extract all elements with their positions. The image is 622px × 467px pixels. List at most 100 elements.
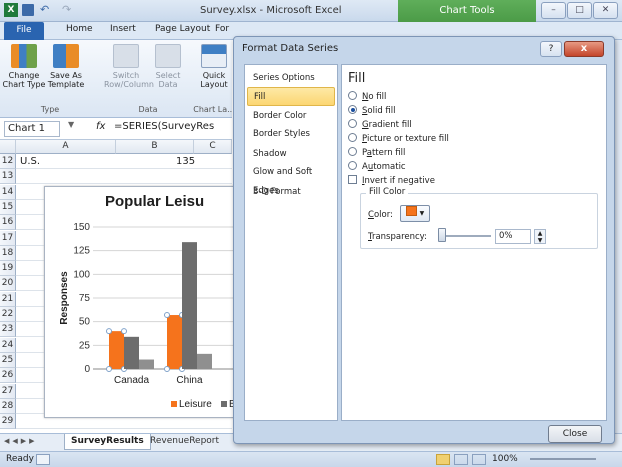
close-button[interactable]: Close [548, 425, 602, 443]
column-header-b[interactable]: B [116, 140, 194, 154]
sheet-tab-survey-results[interactable]: SurveyResults [64, 434, 151, 450]
normal-view-icon[interactable] [436, 454, 450, 465]
bar [139, 359, 154, 369]
nav-3d-format[interactable]: 3-D Format [247, 183, 335, 202]
nav-series-options[interactable]: Series Options [247, 69, 335, 88]
transparency-input[interactable]: 0% [495, 229, 531, 244]
switch-row-column-button[interactable]: Switch Row/Column [104, 44, 154, 89]
radio-picture-fill[interactable] [348, 133, 357, 142]
row-header-22[interactable]: 22 [0, 307, 16, 322]
selection-handle[interactable] [164, 312, 170, 319]
selection-handle[interactable] [121, 328, 127, 335]
nav-fill[interactable]: Fill [247, 87, 335, 106]
formula-input[interactable]: =SERIES(SurveyRes [114, 121, 214, 132]
fill-color-group-label: Fill Color [366, 187, 409, 197]
page-break-view-icon[interactable] [472, 454, 486, 465]
nav-border-styles[interactable]: Border Styles [247, 125, 335, 144]
nav-glow-soft-edges[interactable]: Glow and Soft Edges [247, 163, 335, 196]
tab-insert[interactable]: Insert [110, 24, 136, 34]
nav-shadow[interactable]: Shadow [247, 145, 335, 164]
option-pattern-fill[interactable]: Pattern fill [348, 147, 405, 160]
chart-plot[interactable]: 0 25 50 75 100 125 150 Responses Canada China Leis… [45, 187, 235, 419]
option-automatic[interactable]: Automatic [348, 161, 406, 174]
grid-row [16, 169, 232, 185]
undo-icon[interactable]: ↶ [40, 3, 49, 16]
chart-area[interactable]: Popular Leisu 0 25 50 75 100 125 150 Responses C… [44, 186, 235, 419]
row-header-29[interactable]: 29 [0, 414, 16, 430]
row-header-25[interactable]: 25 [0, 352, 16, 368]
bar [109, 331, 124, 369]
fx-icon[interactable]: fx [96, 121, 105, 132]
radio-no-fill[interactable] [348, 91, 357, 100]
checkbox-invert-if-negative[interactable] [348, 175, 357, 184]
change-chart-type-button[interactable]: Change Chart Type [2, 44, 46, 89]
row-header-26[interactable]: 26 [0, 368, 16, 384]
nav-border-color[interactable]: Border Color [247, 107, 335, 126]
excel-logo-icon[interactable]: X [4, 3, 18, 17]
macro-record-icon[interactable] [36, 454, 50, 465]
row-header-27[interactable]: 27 [0, 383, 16, 399]
radio-solid-fill[interactable] [348, 105, 357, 114]
y-tick-label: 125 [73, 246, 90, 257]
row-header-19[interactable]: 19 [0, 261, 16, 277]
layout-icon [201, 44, 227, 68]
transparency-slider-thumb[interactable] [438, 228, 446, 242]
row-header-21[interactable]: 21 [0, 291, 16, 307]
row-header-23[interactable]: 23 [0, 322, 16, 338]
column-header-a[interactable]: A [16, 140, 116, 154]
option-picture-fill[interactable]: Picture or texture fill [348, 133, 449, 146]
close-window-button[interactable]: ✕ [593, 2, 618, 19]
option-gradient-fill[interactable]: Gradient fill [348, 119, 412, 132]
chevron-down-icon[interactable]: ▼ [68, 120, 74, 129]
tab-file[interactable]: File [4, 22, 44, 40]
y-tick-label: 100 [73, 269, 90, 280]
row-header-20[interactable]: 20 [0, 276, 16, 292]
sheet-tab-revenue-report[interactable]: RevenueReport [150, 436, 219, 446]
formula-bar: Chart 1 ▼ fx =SERIES(SurveyRes [0, 118, 232, 140]
radio-pattern-fill[interactable] [348, 147, 357, 156]
color-picker-button[interactable]: ▼ [400, 205, 430, 222]
zoom-level[interactable]: 100% [492, 454, 518, 464]
tab-page-layout[interactable]: Page Layout [155, 24, 210, 34]
radio-automatic[interactable] [348, 161, 357, 170]
page-layout-view-icon[interactable] [454, 454, 468, 465]
help-button[interactable]: ? [540, 41, 562, 57]
status-ready: Ready [6, 454, 34, 464]
maximize-button[interactable]: □ [567, 2, 592, 19]
redo-icon[interactable]: ↷ [62, 3, 71, 16]
column-header-c[interactable]: C [194, 140, 232, 154]
row-header-14[interactable]: 14 [0, 184, 16, 200]
select-all-corner[interactable] [0, 140, 16, 154]
row-header-12[interactable]: 12 [0, 154, 16, 169]
tab-home[interactable]: Home [66, 24, 93, 34]
chart-type-icon [11, 44, 37, 68]
radio-gradient-fill[interactable] [348, 119, 357, 128]
panel-heading: Fill [348, 71, 366, 86]
name-box[interactable]: Chart 1 [4, 121, 60, 137]
row-header-16[interactable]: 16 [0, 215, 16, 231]
ribbon: Change Chart Type Save As Template Switc… [0, 40, 235, 118]
row-header-13[interactable]: 13 [0, 169, 16, 185]
minimize-button[interactable]: – [541, 2, 566, 19]
selection-handle[interactable] [164, 366, 170, 372]
row-header-17[interactable]: 17 [0, 230, 16, 246]
row-header-18[interactable]: 18 [0, 245, 16, 261]
selection-handle[interactable] [106, 366, 112, 372]
save-icon[interactable] [22, 4, 34, 16]
quick-layout-button[interactable]: Quick Layout [192, 44, 236, 89]
transparency-spinner[interactable]: ▲ ▼ [534, 229, 546, 244]
tab-formulas[interactable]: For [215, 24, 229, 34]
row-header-15[interactable]: 15 [0, 199, 16, 215]
row-header-24[interactable]: 24 [0, 337, 16, 353]
dialog-close-button[interactable]: x [564, 41, 604, 57]
save-as-template-button[interactable]: Save As Template [44, 44, 88, 89]
select-data-button[interactable]: Select Data [146, 44, 190, 89]
legend-swatch [171, 401, 177, 407]
transparency-slider-track[interactable] [441, 235, 491, 237]
selection-handle[interactable] [106, 328, 112, 335]
zoom-slider[interactable] [530, 458, 596, 460]
sheet-nav-arrows-icon[interactable]: ◀◀▶▶ [4, 437, 38, 445]
option-solid-fill[interactable]: Solid fill [348, 105, 396, 118]
option-no-fill[interactable]: No fill [348, 91, 386, 104]
row-header-28[interactable]: 28 [0, 398, 16, 414]
